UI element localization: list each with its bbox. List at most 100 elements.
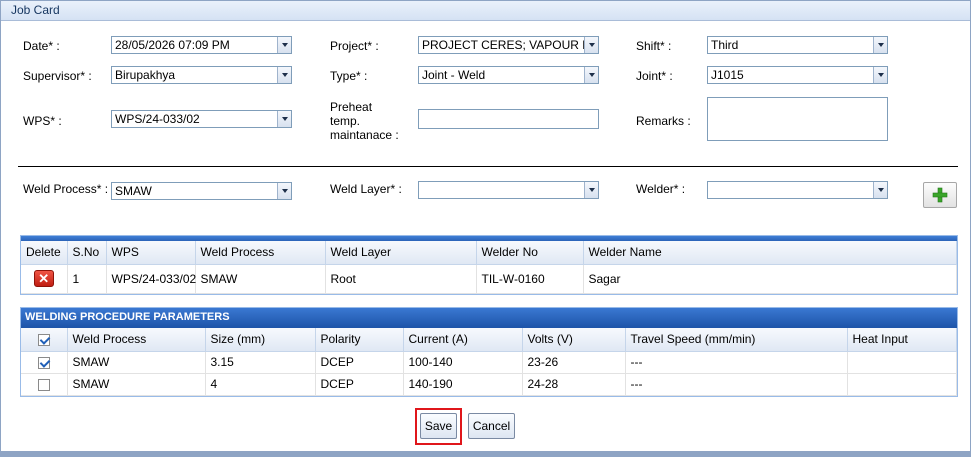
col-header-sno: S.No (67, 241, 107, 265)
shift-value: Third (711, 38, 739, 52)
chevron-down-icon[interactable] (277, 111, 291, 127)
welder-name-cell: Sagar (583, 264, 957, 294)
weld-process-cell: SMAW (67, 351, 206, 374)
preheat-input[interactable] (418, 109, 599, 129)
chevron-down-icon[interactable] (873, 182, 887, 198)
size-cell: 4 (205, 373, 316, 396)
chevron-down-icon[interactable] (584, 37, 598, 53)
date-picker[interactable]: 28/05/2026 07:09 PM (111, 36, 292, 54)
travel-speed-cell: --- (625, 351, 848, 374)
col-header-travel-speed: Travel Speed (mm/min) (625, 328, 848, 352)
col-header-heat-input: Heat Input (847, 328, 957, 352)
chevron-down-icon[interactable] (277, 37, 291, 53)
project-dropdown[interactable]: PROJECT CERES; VAPOUR DISEN( (418, 36, 599, 54)
weld-process-value: SMAW (115, 184, 152, 198)
params-grid-caption: WELDING PROCEDURE PARAMETERS (21, 308, 957, 328)
remarks-label: Remarks : (636, 114, 691, 128)
table-row: ✕ 1 WPS/24-033/02 SMAW Root TIL-W-0160 S… (21, 264, 957, 294)
params-table: Weld Process Size (mm) Polarity Current … (21, 328, 957, 396)
welder-no-cell: TIL-W-0160 (476, 264, 584, 294)
select-all-checkbox[interactable] (37, 334, 50, 347)
project-value: PROJECT CERES; VAPOUR DISEN( (422, 38, 598, 52)
preheat-label-line3: maintanace : (330, 128, 399, 142)
chevron-down-icon[interactable] (873, 37, 887, 53)
supervisor-dropdown[interactable]: Birupakhya (111, 66, 292, 84)
volts-cell: 24-28 (522, 373, 626, 396)
entries-table: Delete S.No WPS Weld Process Weld Layer … (21, 241, 957, 294)
add-entry-button[interactable] (923, 182, 957, 208)
joint-label: Joint* : (636, 69, 673, 83)
delete-x-icon[interactable]: ✕ (33, 270, 54, 287)
entries-grid: Delete S.No WPS Weld Process Weld Layer … (20, 235, 958, 295)
supervisor-label: Supervisor* : (23, 69, 92, 83)
delete-cell: ✕ (21, 264, 68, 294)
heat-input-cell (847, 351, 957, 374)
row-checkbox[interactable] (37, 356, 50, 369)
weld-layer-cell: Root (325, 264, 477, 294)
volts-cell: 23-26 (522, 351, 626, 374)
save-button[interactable]: Save (420, 413, 457, 439)
table-row: SMAW 4 DCEP 140-190 24-28 --- (21, 373, 957, 396)
size-cell: 3.15 (205, 351, 316, 374)
project-label: Project* : (330, 39, 379, 53)
row-select-cell (21, 351, 68, 374)
sno-cell: 1 (67, 264, 107, 294)
row-checkbox[interactable] (37, 378, 50, 391)
col-header-delete: Delete (21, 241, 68, 265)
shift-label: Shift* : (636, 39, 672, 53)
job-card-window: Job Card Date* : 28/05/2026 07:09 PM Pro… (0, 0, 971, 457)
col-header-size: Size (mm) (205, 328, 316, 352)
select-all-cell (21, 328, 68, 352)
date-value: 28/05/2026 07:09 PM (115, 38, 230, 52)
wps-cell: WPS/24-033/02 (106, 264, 196, 294)
weld-process-cell: SMAW (195, 264, 326, 294)
chevron-down-icon[interactable] (584, 67, 598, 83)
supervisor-value: Birupakhya (115, 68, 176, 82)
wps-value: WPS/24-033/02 (115, 112, 200, 126)
polarity-cell: DCEP (315, 351, 404, 374)
chevron-down-icon[interactable] (277, 67, 291, 83)
weld-process-label: Weld Process* : (23, 182, 109, 196)
window-bottom-border (1, 451, 970, 456)
date-label: Date* : (23, 39, 60, 53)
type-value: Joint - Weld (422, 68, 486, 82)
cancel-button[interactable]: Cancel (468, 413, 515, 439)
weld-process-dropdown[interactable]: SMAW (111, 182, 292, 200)
welder-label: Welder* : (636, 182, 686, 196)
preheat-label: Preheat temp. maintanace : (330, 100, 399, 142)
current-cell: 100-140 (403, 351, 523, 374)
col-header-weld-process: Weld Process (67, 328, 206, 352)
col-header-welder-no: Welder No (476, 241, 584, 265)
joint-dropdown[interactable]: J1015 (707, 66, 888, 84)
section-divider (18, 166, 958, 167)
wps-dropdown[interactable]: WPS/24-033/02 (111, 110, 292, 128)
col-header-welder-name: Welder Name (583, 241, 957, 265)
type-dropdown[interactable]: Joint - Weld (418, 66, 599, 84)
weld-layer-dropdown[interactable] (418, 181, 599, 199)
joint-value: J1015 (711, 68, 744, 82)
col-header-current: Current (A) (403, 328, 523, 352)
entries-header-row: Delete S.No WPS Weld Process Weld Layer … (21, 241, 957, 265)
wps-label: WPS* : (23, 114, 62, 128)
col-header-wps: WPS (106, 241, 196, 265)
col-header-weld-process: Weld Process (195, 241, 326, 265)
weld-layer-label: Weld Layer* : (330, 182, 402, 196)
polarity-cell: DCEP (315, 373, 404, 396)
chevron-down-icon[interactable] (873, 67, 887, 83)
weld-process-cell: SMAW (67, 373, 206, 396)
welder-dropdown[interactable] (707, 181, 888, 199)
remarks-textarea[interactable] (707, 97, 888, 141)
col-header-weld-layer: Weld Layer (325, 241, 477, 265)
preheat-label-line2: temp. (330, 114, 361, 128)
type-label: Type* : (330, 69, 368, 83)
current-cell: 140-190 (403, 373, 523, 396)
params-header-row: Weld Process Size (mm) Polarity Current … (21, 328, 957, 352)
params-grid: WELDING PROCEDURE PARAMETERS Weld Proces… (20, 307, 958, 397)
col-header-volts: Volts (V) (522, 328, 626, 352)
chevron-down-icon[interactable] (584, 182, 598, 198)
table-row: SMAW 3.15 DCEP 100-140 23-26 --- (21, 351, 957, 374)
shift-dropdown[interactable]: Third (707, 36, 888, 54)
window-title: Job Card (1, 1, 970, 21)
chevron-down-icon[interactable] (277, 183, 291, 199)
heat-input-cell (847, 373, 957, 396)
